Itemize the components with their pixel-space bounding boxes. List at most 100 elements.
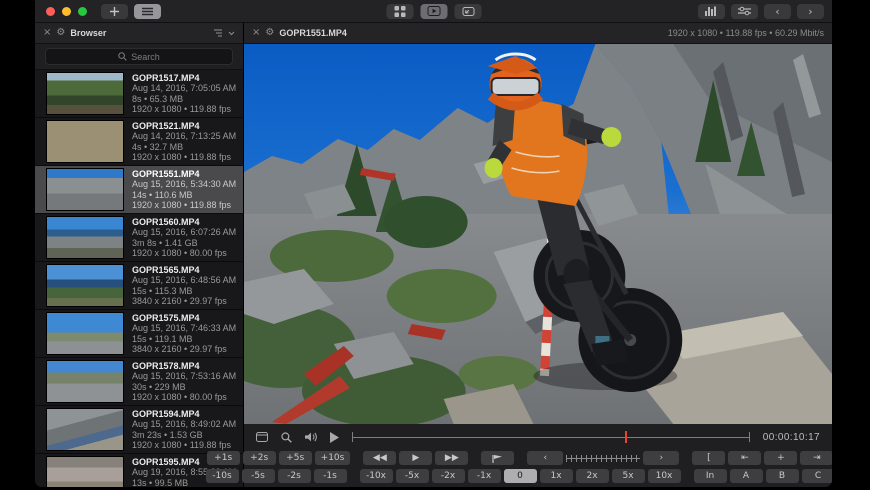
jog-strip[interactable] bbox=[566, 452, 641, 464]
clip-thumbnail bbox=[46, 120, 124, 163]
clip-item-gopr1565[interactable]: GOPR1565.MP4 Aug 15, 2016, 6:48:56 AM 15s … bbox=[35, 262, 243, 310]
step-button-plus1s[interactable]: +1s bbox=[206, 451, 240, 465]
titlebar: ‹ › bbox=[35, 0, 832, 23]
range-button-a[interactable]: A bbox=[729, 469, 763, 483]
marker-flag-icon bbox=[492, 454, 503, 463]
clip-date: Aug 15, 2016, 6:07:26 AM bbox=[132, 227, 237, 237]
speed-button-1x[interactable]: 1x bbox=[539, 469, 573, 483]
player-view-button[interactable] bbox=[420, 3, 447, 19]
shuttle-play-button[interactable]: ▶ bbox=[399, 451, 433, 465]
speed-button-minus-10x[interactable]: -10x bbox=[359, 469, 393, 483]
search-input[interactable]: Search bbox=[45, 48, 233, 65]
step-button-minus-1s[interactable]: -1s bbox=[313, 469, 347, 483]
list-options-button[interactable] bbox=[214, 29, 235, 37]
clip-item-gopr1575[interactable]: GOPR1575.MP4 Aug 15, 2016, 7:46:33 AM 15s … bbox=[35, 310, 243, 358]
chevron-left-icon: ‹ bbox=[775, 4, 780, 18]
clip-thumbnail bbox=[46, 312, 124, 355]
view-mode-switch bbox=[386, 3, 481, 19]
control-rows: +1s +2s +5s +10s ◀◀ ▶ ▶▶ ‹ › [⇤ + ⇥ -10… bbox=[205, 450, 832, 487]
step-button-plus2s[interactable]: +2s bbox=[242, 451, 276, 465]
clip-item-gopr1517[interactable]: GOPR1517.MP4 Aug 14, 2016, 7:05:05 AM 8s •… bbox=[35, 70, 243, 118]
speed-group: -10x -5x -2x -1x 0 1x 2x 5x 10x bbox=[359, 469, 681, 483]
step-button-minus-2s[interactable]: -2s bbox=[277, 469, 311, 483]
go-to-in-button[interactable]: ⇤ bbox=[728, 451, 762, 465]
close-panel-icon[interactable]: × bbox=[252, 28, 260, 38]
go-to-out-button[interactable]: ⇥ bbox=[800, 451, 832, 465]
step-button-plus5s[interactable]: +5s bbox=[278, 451, 312, 465]
clip-item-gopr1578[interactable]: GOPR1578.MP4 Aug 15, 2016, 7:53:16 AM 30s … bbox=[35, 358, 243, 406]
range-button-c[interactable]: C bbox=[801, 469, 832, 483]
speed-button-minus-5x[interactable]: -5x bbox=[395, 469, 429, 483]
speed-button-5x[interactable]: 5x bbox=[611, 469, 645, 483]
nav-forward-button[interactable]: › bbox=[797, 3, 824, 19]
clip-date: Aug 15, 2016, 7:53:16 AM bbox=[132, 371, 237, 381]
adjust-sliders-icon bbox=[738, 6, 751, 16]
clip-format: 1920 x 1080 • 119.88 fps bbox=[132, 152, 232, 162]
play-button[interactable] bbox=[330, 431, 339, 443]
clip-format: 1920 x 1080 • 80.00 fps bbox=[132, 248, 227, 258]
clip-item-gopr1521[interactable]: GOPR1521.MP4 Aug 14, 2016, 7:13:25 AM 4s •… bbox=[35, 118, 243, 166]
display-options-button[interactable] bbox=[256, 432, 268, 442]
clip-metadata: GOPR1517.MP4 Aug 14, 2016, 7:05:05 AM 8s •… bbox=[132, 73, 236, 115]
browser-panel: × ⚙ Browser Search GOPR1517.MP4 Aug 14, … bbox=[35, 23, 244, 487]
jog-group: ‹ › bbox=[527, 451, 680, 465]
media-export-button[interactable] bbox=[454, 3, 481, 19]
close-panel-icon[interactable]: × bbox=[43, 28, 51, 38]
clip-item-gopr1560[interactable]: GOPR1560.MP4 Aug 15, 2016, 6:07:26 AM 3m 8… bbox=[35, 214, 243, 262]
add-marker-button[interactable]: + bbox=[764, 451, 798, 465]
list-view-toggle-button[interactable] bbox=[134, 3, 161, 19]
nav-back-button[interactable]: ‹ bbox=[764, 3, 791, 19]
clip-name: GOPR1578.MP4 bbox=[132, 360, 200, 371]
step-button-minus-5s[interactable]: -5s bbox=[241, 469, 275, 483]
shuttle-reverse-button[interactable]: ◀◀ bbox=[363, 451, 397, 465]
adjustments-button[interactable] bbox=[731, 3, 758, 19]
browser-panel-title: Browser bbox=[70, 28, 107, 38]
speed-button-minus-2x[interactable]: -2x bbox=[431, 469, 465, 483]
speaker-icon bbox=[305, 432, 317, 442]
range-button-in[interactable]: In bbox=[693, 469, 727, 483]
clip-item-gopr1594[interactable]: GOPR1594.MP4 Aug 15, 2016, 8:49:02 AM 3m 2… bbox=[35, 406, 243, 454]
gear-icon[interactable]: ⚙ bbox=[265, 28, 274, 38]
speed-button-minus-1x[interactable]: -1x bbox=[467, 469, 501, 483]
clip-duration-size: 30s • 229 MB bbox=[132, 381, 186, 392]
clip-item-gopr1551[interactable]: GOPR1551.MP4 Aug 15, 2016, 5:34:30 AM 14s … bbox=[35, 166, 243, 214]
jog-back-button[interactable]: ‹ bbox=[527, 451, 564, 465]
marker-flag-button[interactable] bbox=[481, 451, 515, 465]
clip-format: 3840 x 2160 • 29.97 fps bbox=[132, 296, 227, 306]
speed-button-0[interactable]: 0 bbox=[503, 469, 537, 483]
add-media-button[interactable] bbox=[101, 3, 128, 19]
clip-name: GOPR1521.MP4 bbox=[132, 120, 200, 131]
zoom-window-button[interactable] bbox=[78, 6, 87, 16]
shuttle-group: ◀◀ ▶ ▶▶ bbox=[363, 451, 469, 465]
clip-name: GOPR1551.MP4 bbox=[132, 168, 200, 179]
step-button-minus-10s[interactable]: -10s bbox=[205, 469, 239, 483]
histogram-button[interactable] bbox=[698, 3, 725, 19]
clip-metadata: GOPR1578.MP4 Aug 15, 2016, 7:53:16 AM 30s … bbox=[132, 361, 236, 403]
range-button-b[interactable]: B bbox=[765, 469, 799, 483]
video-preview[interactable]: 331 bbox=[244, 44, 832, 424]
clip-thumbnail bbox=[46, 264, 124, 307]
clip-thumbnail bbox=[46, 168, 124, 211]
grid-view-button[interactable] bbox=[386, 3, 413, 19]
playhead[interactable] bbox=[625, 431, 628, 443]
clip-format: 1920 x 1080 • 119.88 fps bbox=[132, 200, 232, 210]
step-button-plus10s[interactable]: +10s bbox=[314, 451, 351, 465]
clip-name: GOPR1594.MP4 bbox=[132, 408, 200, 419]
volume-button[interactable] bbox=[305, 432, 317, 442]
timeline-scrubber[interactable] bbox=[352, 431, 750, 443]
shuttle-forward-button[interactable]: ▶▶ bbox=[435, 451, 469, 465]
speed-button-2x[interactable]: 2x bbox=[575, 469, 609, 483]
search-icon bbox=[118, 52, 127, 61]
clip-date: Aug 15, 2016, 6:48:56 AM bbox=[132, 275, 237, 285]
clip-date: Aug 14, 2016, 7:05:05 AM bbox=[132, 83, 237, 93]
jog-forward-button[interactable]: › bbox=[643, 451, 680, 465]
minimize-window-button[interactable] bbox=[62, 6, 71, 16]
loop-in-bracket-button[interactable]: [ bbox=[692, 451, 726, 465]
speed-button-10x[interactable]: 10x bbox=[647, 469, 681, 483]
step-forward-group: +1s +2s +5s +10s bbox=[206, 451, 351, 465]
close-window-button[interactable] bbox=[46, 6, 55, 16]
clip-list[interactable]: GOPR1517.MP4 Aug 14, 2016, 7:05:05 AM 8s •… bbox=[35, 70, 243, 487]
gear-icon[interactable]: ⚙ bbox=[56, 28, 65, 38]
search-placeholder: Search bbox=[131, 51, 160, 62]
zoom-tool-button[interactable] bbox=[281, 431, 292, 443]
